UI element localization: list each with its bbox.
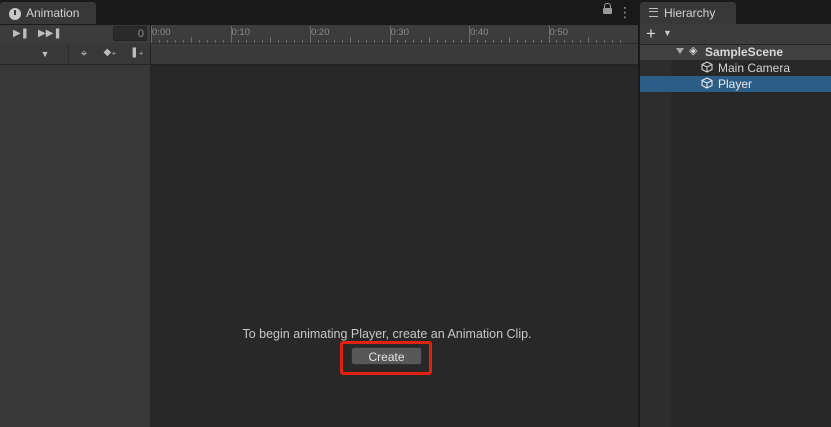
lock-icon[interactable] bbox=[603, 3, 612, 14]
ruler-tick-mark bbox=[556, 40, 558, 43]
unity-scene-icon: ◈ bbox=[689, 45, 698, 57]
clock-icon bbox=[9, 8, 21, 20]
ruler-tick-label: 0:30 bbox=[390, 27, 410, 38]
ruler-tick-mark bbox=[397, 40, 399, 43]
gameobject-cube-icon bbox=[701, 61, 713, 73]
timeline-ruler[interactable]: 0:00 0:10 0:20 0:30 0:40 0:50 bbox=[151, 25, 638, 44]
empty-state-message: To begin animating Player, create an Ani… bbox=[242, 327, 532, 341]
ruler-tick-mark bbox=[325, 40, 327, 43]
ruler-tick-mark bbox=[373, 40, 375, 43]
ruler-tick-mark bbox=[524, 40, 526, 43]
ruler-tick-mark bbox=[500, 40, 502, 43]
ruler-tick-mark bbox=[437, 40, 439, 43]
ruler-tick-mark bbox=[317, 40, 319, 43]
ruler-tick-mark bbox=[151, 26, 152, 43]
ruler-tick-mark bbox=[508, 37, 510, 43]
add-event-icon[interactable]: ❚₊ bbox=[128, 45, 146, 61]
ruler-tick-mark bbox=[588, 37, 590, 43]
ruler-tick-mark bbox=[389, 26, 391, 43]
ruler-tick-mark bbox=[174, 40, 176, 43]
ruler-tick-mark bbox=[381, 40, 383, 43]
ruler-tick-label: 0:10 bbox=[231, 27, 251, 38]
ruler-tick-mark bbox=[357, 40, 359, 43]
event-track[interactable] bbox=[151, 44, 638, 65]
ruler-tick-mark bbox=[484, 40, 486, 43]
keyframe-crosshair-icon[interactable]: ⌖ bbox=[76, 45, 92, 61]
ruler-tick-mark bbox=[158, 40, 160, 43]
ruler-tick-mark bbox=[604, 40, 606, 43]
frame-field[interactable]: 0 bbox=[113, 26, 147, 41]
ruler-tick-mark bbox=[206, 40, 208, 43]
ruler-tick-mark bbox=[341, 40, 343, 43]
add-keyframe-icon[interactable]: ◆₊ bbox=[100, 45, 120, 61]
ruler-tick-mark bbox=[476, 40, 478, 43]
ruler-tick-mark bbox=[469, 26, 470, 43]
tab-animation-label: Animation bbox=[26, 6, 80, 20]
hierarchy-item-main-camera[interactable]: Main Camera bbox=[718, 61, 790, 75]
animation-properties-panel bbox=[0, 25, 151, 427]
ruler-tick-label: 0:50 bbox=[549, 27, 569, 38]
more-options-icon[interactable]: ⋮ bbox=[618, 4, 632, 20]
ruler-tick-mark bbox=[230, 26, 232, 43]
add-object-button[interactable]: + ▼ bbox=[646, 25, 674, 43]
ruler-tick-mark bbox=[492, 40, 494, 43]
ruler-tick-mark bbox=[246, 40, 248, 43]
hierarchy-item-player[interactable]: Player bbox=[718, 77, 752, 91]
ruler-tick-mark bbox=[596, 40, 598, 43]
ruler-tick-mark bbox=[166, 40, 168, 43]
ruler-tick-mark bbox=[405, 40, 407, 43]
ruler-tick-mark bbox=[580, 40, 582, 43]
ruler-tick-mark bbox=[333, 40, 335, 43]
ruler-tick-label: 0:00 bbox=[152, 27, 171, 38]
ruler-tick-mark bbox=[532, 40, 534, 43]
last-keyframe-icon[interactable]: ▶▶❚ bbox=[38, 26, 62, 42]
chevron-down-icon: ▼ bbox=[663, 28, 672, 38]
ruler-tick-mark bbox=[445, 40, 447, 43]
ruler-tick-mark bbox=[365, 40, 367, 43]
foldout-arrow-icon[interactable] bbox=[676, 48, 684, 54]
ruler-tick-mark bbox=[190, 37, 192, 43]
toolbar-divider bbox=[68, 44, 69, 64]
clip-controls-row: ▼ ⌖ ◆₊ ❚₊ bbox=[0, 43, 150, 65]
ruler-tick-mark bbox=[620, 40, 622, 43]
ruler-tick-mark bbox=[564, 40, 566, 43]
ruler-tick-mark bbox=[612, 40, 614, 43]
tab-hierarchy-label: Hierarchy bbox=[664, 6, 716, 20]
ruler-tick-mark bbox=[349, 37, 351, 43]
clip-dropdown-icon[interactable]: ▼ bbox=[38, 46, 52, 62]
ruler-tick-mark bbox=[516, 40, 518, 43]
ruler-tick-mark bbox=[540, 40, 542, 43]
ruler-tick-mark bbox=[453, 40, 455, 43]
next-keyframe-icon[interactable]: ▶❚ bbox=[12, 26, 30, 42]
ruler-tick-mark bbox=[278, 40, 280, 43]
ruler-tick-mark bbox=[461, 40, 463, 43]
ruler-tick-mark bbox=[413, 40, 415, 43]
hierarchy-gutter bbox=[640, 45, 671, 427]
ruler-tick-mark bbox=[182, 40, 184, 43]
hierarchy-list-icon bbox=[649, 8, 658, 17]
ruler-tick-mark bbox=[238, 40, 240, 43]
ruler-tick-mark bbox=[294, 40, 296, 43]
ruler-tick-mark bbox=[310, 26, 311, 43]
scene-label: SampleScene bbox=[705, 45, 784, 59]
ruler-tick-mark bbox=[262, 40, 264, 43]
create-clip-button[interactable]: Create bbox=[351, 347, 422, 365]
ruler-tick-mark bbox=[198, 40, 200, 43]
tab-animation[interactable]: Animation bbox=[0, 2, 96, 24]
gameobject-cube-icon bbox=[701, 77, 713, 89]
ruler-tick-label: 0:20 bbox=[311, 27, 330, 38]
ruler-tick-mark bbox=[302, 40, 304, 43]
ruler-tick-mark bbox=[429, 37, 431, 43]
ruler-tick-mark bbox=[214, 40, 216, 43]
ruler-tick-mark bbox=[421, 40, 423, 43]
ruler-tick-mark bbox=[572, 40, 574, 43]
ruler-tick-label: 0:40 bbox=[470, 27, 489, 38]
ruler-tick-mark bbox=[286, 40, 288, 43]
ruler-tick-mark bbox=[254, 40, 256, 43]
ruler-tick-mark bbox=[270, 37, 272, 43]
ruler-tick-mark bbox=[548, 26, 550, 43]
ruler-tick-mark bbox=[222, 40, 224, 43]
